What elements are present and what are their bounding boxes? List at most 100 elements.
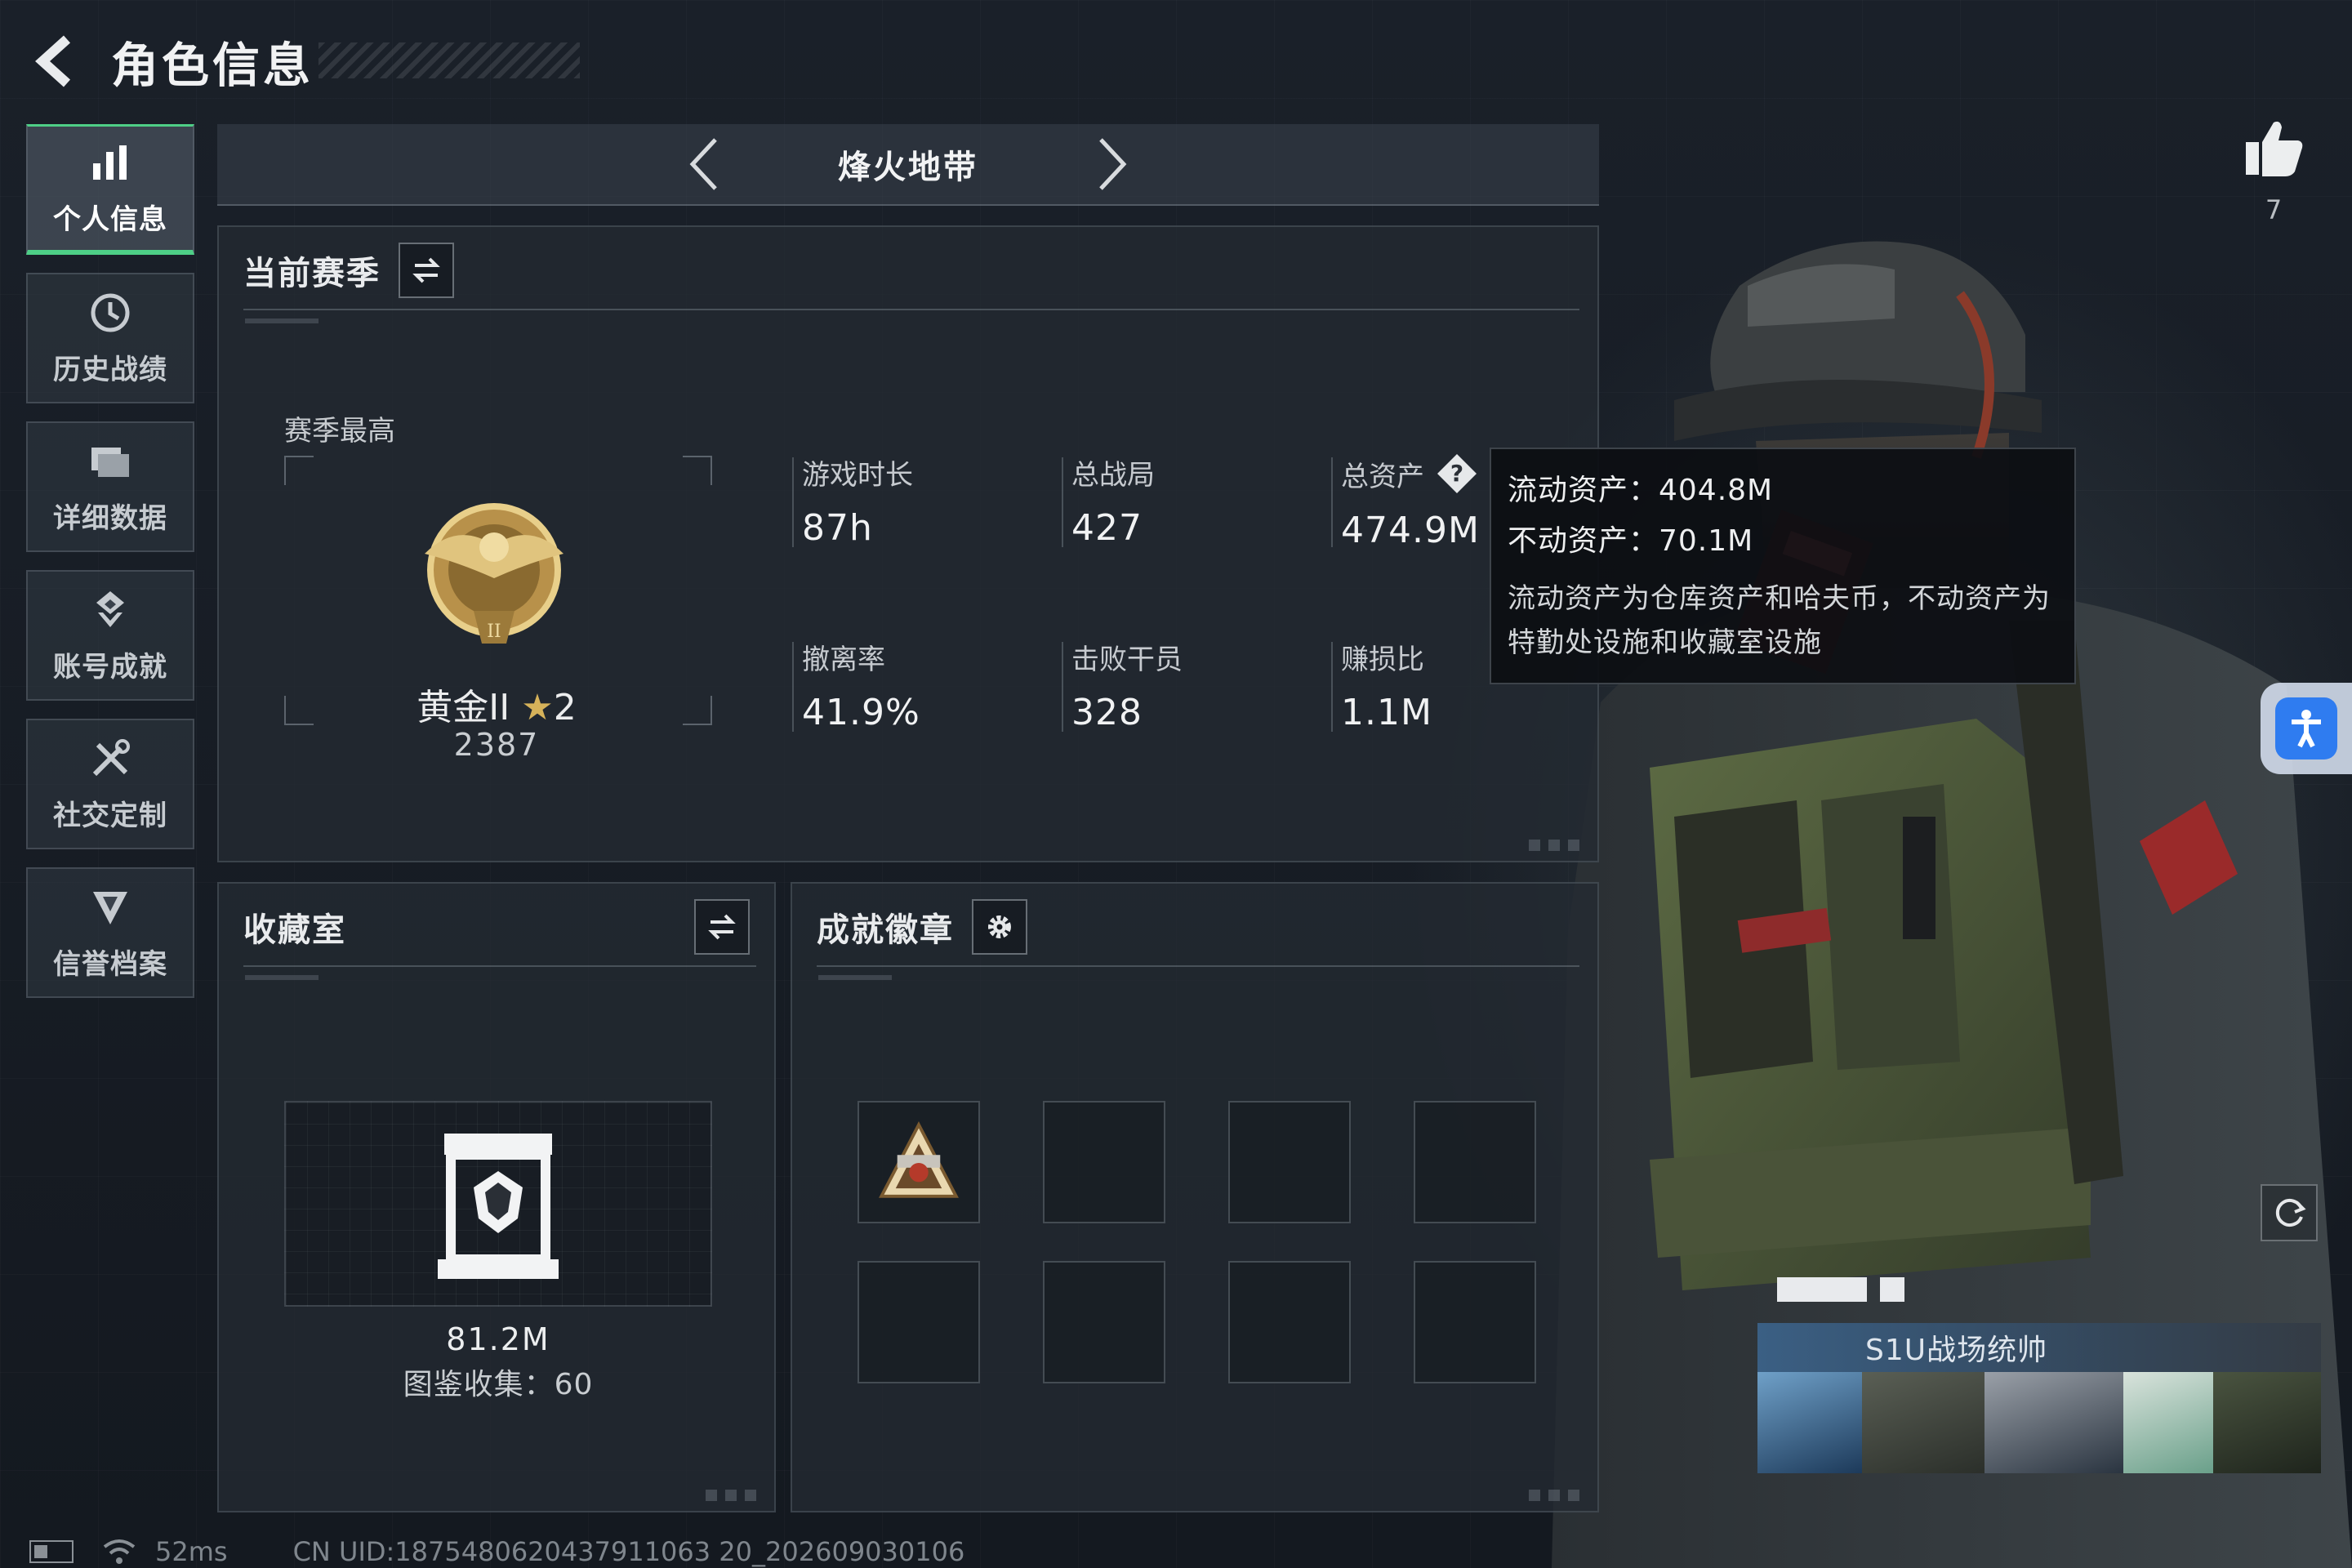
player-uid: CN UID:1875480620437911063 20_2026090301… bbox=[292, 1536, 965, 1567]
stat-label: 击败干员 bbox=[1071, 644, 1183, 676]
svg-text:?: ? bbox=[1450, 460, 1463, 487]
bar-chart-icon bbox=[87, 140, 133, 185]
svg-text:II: II bbox=[487, 621, 501, 642]
achievement-slot[interactable] bbox=[1043, 1261, 1165, 1383]
achievement-badge-icon bbox=[879, 1121, 959, 1198]
collection-title: 收藏室 bbox=[243, 911, 346, 949]
sidebar: 个人信息 历史战绩 详细数据 账号成就 社交定制 信誉档案 bbox=[26, 124, 194, 1016]
achievement-slot[interactable] bbox=[1228, 1101, 1351, 1223]
sidebar-item-label: 账号成就 bbox=[53, 650, 167, 684]
title-decoration bbox=[318, 42, 580, 78]
achievement-slot[interactable] bbox=[1414, 1261, 1536, 1383]
stat-value: 87h bbox=[802, 507, 873, 549]
season-best-label: 赛季最高 bbox=[284, 415, 395, 448]
sidebar-item-personal-info[interactable]: 个人信息 bbox=[26, 124, 194, 255]
page-title: 角色信息 bbox=[111, 38, 314, 93]
clock-icon bbox=[87, 290, 133, 336]
like-count: 7 bbox=[2265, 194, 2283, 225]
back-arrow-icon bbox=[35, 35, 71, 87]
stat-value: 427 bbox=[1071, 507, 1143, 549]
stat-label: 撤离率 bbox=[802, 644, 885, 676]
collection-panel: 收藏室 81.2M 图鉴收集：60 bbox=[217, 882, 776, 1512]
corner-decoration bbox=[706, 1490, 763, 1501]
ping-value: 52ms bbox=[155, 1536, 228, 1567]
stat-play-time: 游戏时长 87h bbox=[792, 452, 1047, 549]
sidebar-item-label: 社交定制 bbox=[53, 799, 167, 832]
mode-prev-button[interactable] bbox=[671, 131, 737, 197]
divider-tick bbox=[818, 975, 892, 980]
sidebar-item-reputation[interactable]: 信誉档案 bbox=[26, 867, 194, 998]
sidebar-item-label: 详细数据 bbox=[53, 501, 167, 535]
achievement-slot[interactable] bbox=[1414, 1101, 1536, 1223]
swap-icon bbox=[708, 914, 736, 940]
stat-extract-rate: 撤离率 41.9% bbox=[792, 637, 1047, 733]
achievement-slot[interactable] bbox=[1228, 1261, 1351, 1383]
chevron-right-icon bbox=[1099, 138, 1127, 190]
season-switch-button[interactable] bbox=[399, 243, 454, 298]
blurred-area bbox=[1777, 1277, 1867, 1302]
divider bbox=[817, 965, 1579, 967]
sidebar-item-history[interactable]: 历史战绩 bbox=[26, 273, 194, 403]
player-card[interactable]: S1U战场统帅 bbox=[1757, 1274, 2321, 1503]
tools-icon bbox=[87, 736, 133, 782]
sidebar-item-achievements[interactable]: 账号成就 bbox=[26, 570, 194, 701]
mode-next-button[interactable] bbox=[1080, 131, 1145, 197]
divider-tick bbox=[245, 318, 318, 323]
achievements-panel: 成就徽章 bbox=[791, 882, 1599, 1512]
achievement-slot[interactable] bbox=[858, 1261, 980, 1383]
rank-score: 2387 bbox=[453, 727, 540, 763]
rotate-model-button[interactable] bbox=[2261, 1184, 2318, 1241]
back-button[interactable] bbox=[24, 29, 90, 94]
achievement-slot[interactable] bbox=[858, 1101, 980, 1223]
rank-name: 黄金II ★2 bbox=[366, 678, 627, 730]
sidebar-item-label: 个人信息 bbox=[53, 203, 167, 236]
season-panel: 当前赛季 赛季最高 II 黄金II ★2 2387 游戏时长 87h 总战局 4… bbox=[217, 225, 1599, 862]
stat-total-matches: 总战局 427 bbox=[1062, 452, 1316, 549]
star-icon: ★ bbox=[521, 687, 554, 728]
accessibility-button[interactable] bbox=[2261, 683, 2352, 774]
divider bbox=[243, 965, 756, 967]
stat-label: 游戏时长 bbox=[802, 459, 913, 492]
assets-tooltip: 流动资产：404.8M 不动资产：70.1M 流动资产为仓库资产和哈夫币，不动资… bbox=[1490, 448, 2076, 684]
card-image bbox=[2123, 1372, 2213, 1473]
battery-icon bbox=[29, 1540, 74, 1563]
gold-rank-emblem-icon: II bbox=[408, 488, 580, 660]
mode-title: 烽火地带 bbox=[838, 149, 978, 186]
card-name: S1U战场统帅 bbox=[1865, 1334, 2048, 1367]
card-image bbox=[1862, 1372, 1984, 1473]
folder-icon bbox=[87, 439, 133, 484]
header: 角色信息 bbox=[24, 24, 580, 98]
tooltip-description: 流动资产为仓库资产和哈夫币，不动资产为特勤处设施和收藏室设施 bbox=[1508, 582, 2051, 659]
tooltip-liquid-assets: 流动资产：404.8M bbox=[1508, 474, 1774, 507]
sidebar-item-detailed-data[interactable]: 详细数据 bbox=[26, 421, 194, 552]
rotate-icon bbox=[2275, 1199, 2306, 1227]
season-panel-header: 当前赛季 bbox=[243, 242, 454, 299]
stat-value: 328 bbox=[1071, 692, 1143, 733]
collection-panel-header: 收藏室 bbox=[243, 898, 750, 956]
corner-decoration bbox=[1529, 840, 1586, 851]
gear-icon bbox=[988, 915, 1011, 938]
achievements-settings-button[interactable] bbox=[972, 899, 1027, 955]
achievement-slot[interactable] bbox=[1043, 1101, 1165, 1223]
card-image bbox=[2213, 1372, 2321, 1473]
card-image bbox=[1984, 1372, 2123, 1473]
season-title: 当前赛季 bbox=[243, 255, 381, 292]
stat-label: 总资产 bbox=[1341, 460, 1424, 493]
chevron-left-icon bbox=[689, 138, 717, 190]
sidebar-item-label: 历史战绩 bbox=[53, 353, 167, 386]
collection-switch-button[interactable] bbox=[694, 899, 750, 955]
stat-label: 总战局 bbox=[1071, 459, 1155, 492]
stat-kills: 击败干员 328 bbox=[1062, 637, 1316, 733]
shield-icon bbox=[87, 884, 133, 930]
rank-stars: 2 bbox=[553, 687, 577, 728]
corner-decoration bbox=[1529, 1490, 1586, 1501]
help-icon[interactable]: ? bbox=[1436, 452, 1478, 495]
sidebar-item-label: 信誉档案 bbox=[53, 947, 167, 981]
stat-value: 41.9% bbox=[802, 692, 920, 733]
collection-count: 图鉴收集：60 bbox=[403, 1368, 594, 1401]
like-button[interactable] bbox=[2241, 114, 2306, 180]
tooltip-fixed-assets: 不动资产：70.1M bbox=[1508, 524, 1754, 558]
wifi-icon bbox=[103, 1539, 136, 1564]
sidebar-item-social-custom[interactable]: 社交定制 bbox=[26, 719, 194, 849]
mode-selector: 烽火地带 bbox=[217, 124, 1599, 206]
